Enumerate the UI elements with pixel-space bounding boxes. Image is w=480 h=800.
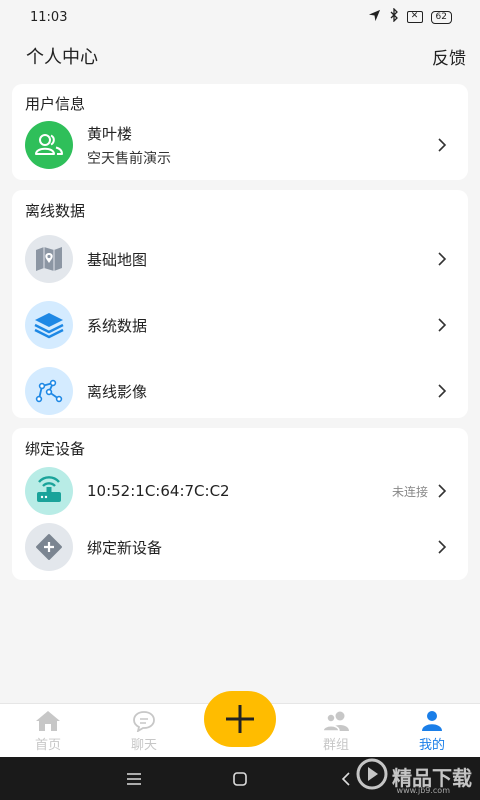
home-nav-button[interactable]: [228, 767, 252, 791]
menu-icon: [127, 772, 141, 785]
home-icon: [36, 711, 60, 731]
user-profile-row[interactable]: 黄叶楼 空天售前演示: [12, 114, 468, 176]
layers-icon-circle: [25, 301, 73, 349]
polyline-icon: [35, 379, 63, 403]
offline-data-title: 离线数据: [25, 202, 86, 220]
tab-label: 首页: [34, 738, 61, 753]
bind-new-device-row[interactable]: 绑定新设备: [12, 518, 468, 576]
no-sim-icon: ✕: [406, 11, 423, 23]
back-nav-button[interactable]: [334, 767, 358, 791]
user-info-card: 用户信息 黄叶楼 空天售前演示: [12, 84, 468, 180]
chat-icon: [133, 711, 155, 732]
bind-new-device-label: 绑定新设备: [87, 538, 163, 557]
add-button[interactable]: [204, 691, 276, 747]
map-icon-circle: [25, 235, 73, 283]
bluetooth-icon: [389, 7, 399, 26]
page-header: 个人中心 反馈: [0, 34, 480, 78]
tab-label: 聊天: [130, 738, 157, 753]
bound-device-title: 绑定设备: [25, 440, 86, 458]
battery-indicator: 62: [430, 10, 452, 24]
add-device-icon: [36, 534, 62, 560]
chevron-right-icon: [434, 317, 450, 333]
device-row[interactable]: 10:52:1C:64:7C:C2 未连接: [12, 464, 468, 518]
device-mac: 10:52:1C:64:7C:C2: [87, 482, 230, 500]
offline-item-base-map[interactable]: 基础地图: [12, 226, 468, 292]
layers-icon: [34, 313, 64, 339]
chevron-right-icon: [434, 137, 450, 153]
menu-button[interactable]: [122, 767, 146, 791]
feedback-button[interactable]: 反馈: [432, 44, 466, 69]
status-icons: ✕ 62: [368, 7, 452, 26]
page-title: 个人中心: [26, 47, 98, 68]
users-icon: [35, 134, 63, 155]
map-icon: [36, 247, 62, 271]
chevron-right-icon: [434, 251, 450, 267]
status-bar: 11:03 ✕ 62: [0, 0, 480, 34]
offline-data-card: 离线数据 基础地图 系统数据 离线影像: [12, 190, 468, 418]
tab-label: 我的: [418, 738, 445, 753]
chevron-right-icon: [434, 383, 450, 399]
location-icon: [368, 9, 381, 26]
user-text: 黄叶楼 空天售前演示: [87, 123, 434, 168]
router-icon: [37, 476, 61, 502]
tab-chat[interactable]: 聊天: [96, 704, 192, 757]
user-org: 空天售前演示: [87, 150, 171, 167]
router-icon-circle: [25, 467, 73, 515]
offline-item-label: 基础地图: [87, 250, 148, 269]
watermark-url: www.jb9.com: [396, 786, 450, 795]
group-icon: [322, 711, 349, 732]
plus-icon: [226, 705, 254, 733]
profile-icon: [422, 711, 442, 731]
tab-home[interactable]: 首页: [0, 704, 96, 757]
tab-profile[interactable]: 我的: [384, 704, 480, 757]
offline-item-system-data[interactable]: 系统数据: [12, 292, 468, 358]
square-home-icon: [233, 771, 247, 786]
offline-item-label: 离线影像: [87, 382, 148, 401]
user-info-title: 用户信息: [25, 95, 86, 113]
user-avatar: [25, 121, 73, 169]
tab-groups[interactable]: 群组: [288, 704, 384, 757]
bound-device-card: 绑定设备 10:52:1C:64:7C:C2 未连接 绑定新设备: [12, 428, 468, 580]
offline-item-offline-imagery[interactable]: 离线影像: [12, 358, 468, 424]
offline-item-label: 系统数据: [87, 316, 148, 335]
status-time: 11:03: [30, 9, 68, 25]
tab-label: 群组: [322, 738, 349, 753]
polyline-icon-circle: [25, 367, 73, 415]
back-icon: [341, 771, 350, 786]
user-name: 黄叶楼: [87, 124, 133, 143]
chevron-right-icon: [434, 483, 450, 499]
add-device-icon-circle: [25, 523, 73, 571]
device-status: 未连接: [391, 484, 428, 499]
chevron-right-icon: [434, 539, 450, 555]
watermark-logo-icon: [356, 758, 388, 795]
